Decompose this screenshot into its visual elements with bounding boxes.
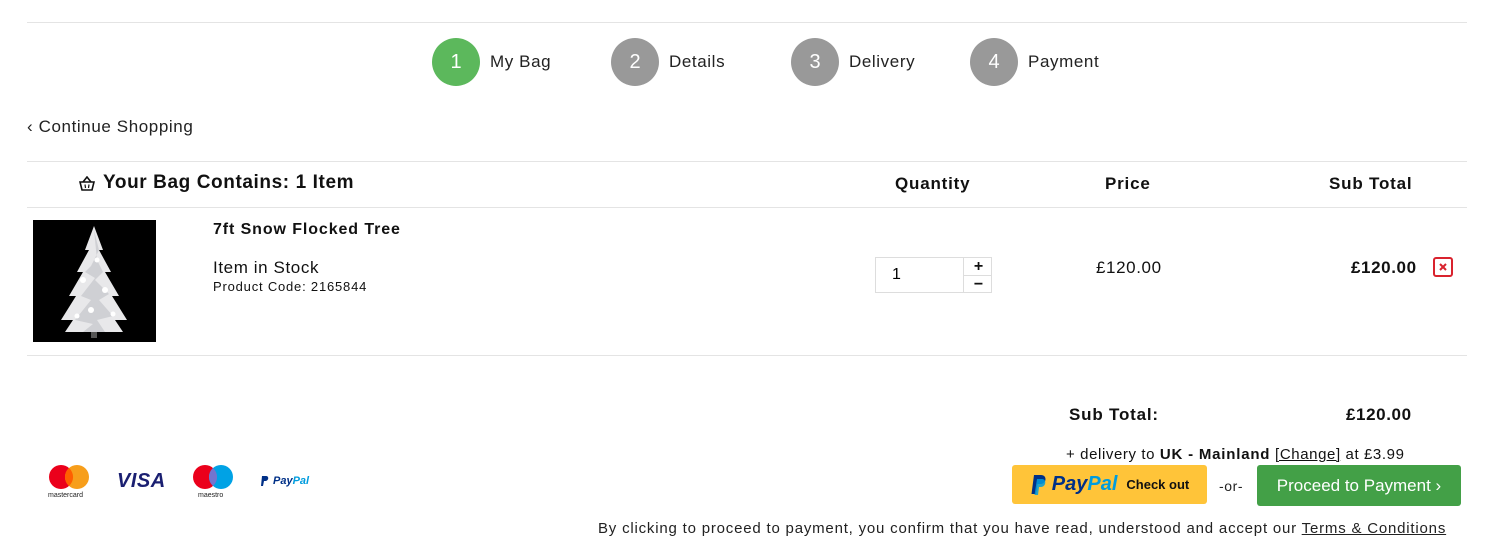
price-header: Price — [1105, 174, 1151, 193]
step-details: 2 Details — [611, 38, 725, 86]
step-number: 4 — [970, 38, 1018, 86]
step-label: My Bag — [490, 52, 552, 71]
mastercard-caption: mastercard — [48, 492, 84, 499]
step-label: Payment — [1028, 52, 1100, 71]
change-delivery-link[interactable]: [Change] — [1275, 446, 1341, 463]
subtotal-value: £120.00 — [1346, 405, 1412, 424]
product-image[interactable] — [33, 220, 156, 342]
step-label: Delivery — [849, 52, 916, 71]
bag-title: Your Bag Contains: 1 Item — [79, 172, 354, 194]
terms-notice: By clicking to proceed to payment, you c… — [598, 520, 1446, 537]
subtotal-header: Sub Total — [1329, 174, 1413, 193]
item-price: £120.00 — [1096, 258, 1162, 277]
terms-link[interactable]: Terms & Conditions — [1302, 520, 1446, 537]
step-delivery: 3 Delivery — [791, 38, 915, 86]
increment-button[interactable]: + — [964, 258, 993, 275]
item-subtotal: £120.00 — [1351, 258, 1417, 277]
step-number: 2 — [611, 38, 659, 86]
paypal-logo-pay: Pay — [273, 475, 293, 487]
maestro-caption: maestro — [198, 492, 224, 499]
header-bottom-divider — [27, 207, 1467, 208]
decrement-button[interactable]: − — [964, 276, 993, 293]
visa-logo: VISA — [117, 470, 166, 492]
quantity-stepper: + − — [875, 257, 992, 293]
maestro-logo — [193, 465, 233, 489]
row-bottom-divider — [27, 355, 1467, 356]
paypal-p-icon — [1031, 474, 1046, 495]
paypal-logo: Pay Pal — [260, 475, 309, 487]
step-my-bag: 1 My Bag — [432, 38, 551, 86]
paypal-pay-text: Pay — [1051, 473, 1088, 495]
paypal-checkout-text: Check out — [1126, 477, 1190, 492]
close-icon — [1439, 263, 1447, 271]
quantity-header: Quantity — [895, 174, 971, 193]
step-label: Details — [669, 52, 726, 71]
paypal-checkout-button[interactable]: Pay Pal Check out — [1012, 465, 1207, 504]
snow-tree-image — [33, 220, 156, 342]
quantity-input[interactable] — [876, 258, 962, 292]
header-top-divider — [27, 161, 1467, 162]
product-code: Product Code: 2165844 — [213, 279, 368, 294]
top-divider — [27, 22, 1467, 23]
terms-text: By clicking to proceed to payment, you c… — [598, 520, 1302, 537]
delivery-info: + delivery to UK - Mainland [Change] at … — [1066, 446, 1405, 463]
step-payment: 4 Payment — [970, 38, 1099, 86]
bag-title-text: Your Bag Contains: 1 Item — [103, 172, 355, 193]
subtotal-label: Sub Total: — [1069, 405, 1159, 424]
paypal-logo-pal: Pal — [292, 475, 310, 487]
proceed-to-payment-button[interactable]: Proceed to Payment › — [1257, 465, 1461, 506]
step-number: 3 — [791, 38, 839, 86]
paypal-pal-text: Pal — [1087, 473, 1118, 495]
step-number: 1 — [432, 38, 480, 86]
mastercard-logo — [49, 465, 89, 489]
or-separator: -or- — [1219, 478, 1244, 494]
product-name-link[interactable]: 7ft Snow Flocked Tree — [213, 221, 401, 239]
delivery-cost: at £3.99 — [1340, 446, 1405, 463]
delivery-prefix: + delivery to — [1066, 446, 1160, 463]
delivery-region: UK - Mainland — [1159, 446, 1271, 463]
basket-icon — [79, 175, 95, 191]
continue-shopping-link[interactable]: ‹ Continue Shopping — [27, 117, 193, 137]
stock-status: Item in Stock — [213, 258, 320, 277]
paypal-p-icon — [261, 476, 269, 486]
remove-item-button[interactable] — [1433, 257, 1453, 277]
